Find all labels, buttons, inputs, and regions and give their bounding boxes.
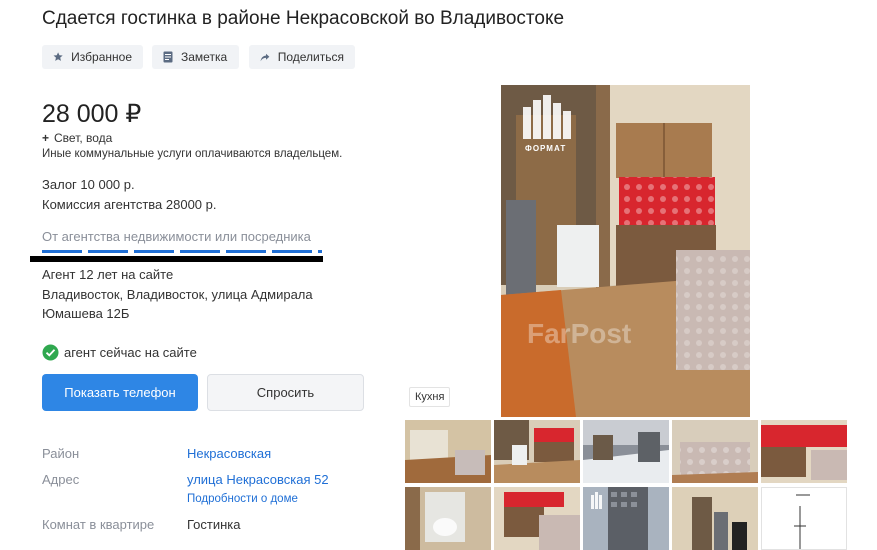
agency-logo-text: ФОРМАТ	[525, 144, 567, 153]
district-label: Район	[42, 446, 80, 461]
star-icon	[53, 52, 63, 61]
price-extra-text: Свет, вода	[54, 131, 113, 145]
thumbnail[interactable]	[583, 420, 669, 483]
share-icon	[260, 53, 270, 61]
share-label: Поделиться	[277, 50, 344, 64]
thumbnail[interactable]	[672, 420, 758, 483]
favorite-label: Избранное	[71, 50, 132, 64]
watermark: FarPost	[527, 318, 632, 349]
main-photo[interactable]: ФОРМАТ FarPost	[501, 85, 750, 417]
rooms-value: Гостинка	[187, 517, 241, 532]
agency-name-link[interactable]	[42, 250, 322, 253]
online-status-text: агент сейчас на сайте	[64, 345, 197, 360]
thumbnail[interactable]	[761, 420, 847, 483]
district-link[interactable]: Некрасовская	[187, 446, 271, 461]
commission: Комиссия агентства 28000 р.	[42, 197, 217, 212]
redaction-bar	[30, 256, 323, 262]
share-button[interactable]: Поделиться	[249, 45, 355, 69]
deposit: Залог 10 000 р.	[42, 177, 135, 192]
page-title: Сдается гостинка в районе Некрасовской в…	[42, 8, 565, 29]
price-extra: + Свет, вода	[42, 131, 112, 145]
photo-caption: Кухня	[409, 387, 451, 407]
address-label: Адрес	[42, 472, 80, 487]
address-link[interactable]: улица Некрасовская 52	[187, 472, 329, 487]
ask-button[interactable]: Спросить	[207, 374, 364, 411]
favorite-button[interactable]: Избранное	[42, 45, 143, 69]
agent-address-line1: Владивосток, Владивосток, улица Адмирала	[42, 287, 313, 302]
thumbnail[interactable]	[405, 420, 491, 483]
agent-experience: Агент 12 лет на сайте	[42, 267, 174, 282]
utilities-note: Иные коммунальные услуги оплачиваются вл…	[42, 148, 343, 160]
note-button[interactable]: Заметка	[152, 45, 239, 69]
plus-icon: +	[42, 131, 50, 145]
rooms-label: Комнат в квартире	[42, 517, 155, 532]
house-details-link[interactable]: Подробности о доме	[187, 493, 298, 505]
agent-address-line2: Юмашева 12Б	[42, 306, 130, 321]
note-icon	[163, 51, 173, 63]
check-circle-icon	[42, 344, 59, 361]
show-phone-button[interactable]: Показать телефон	[42, 374, 198, 411]
price: 28 000 ₽	[42, 100, 142, 128]
note-label: Заметка	[181, 50, 228, 64]
thumbnail[interactable]	[494, 420, 580, 483]
agent-source: От агентства недвижимости или посредника	[42, 229, 311, 244]
online-status: агент сейчас на сайте	[42, 344, 197, 361]
